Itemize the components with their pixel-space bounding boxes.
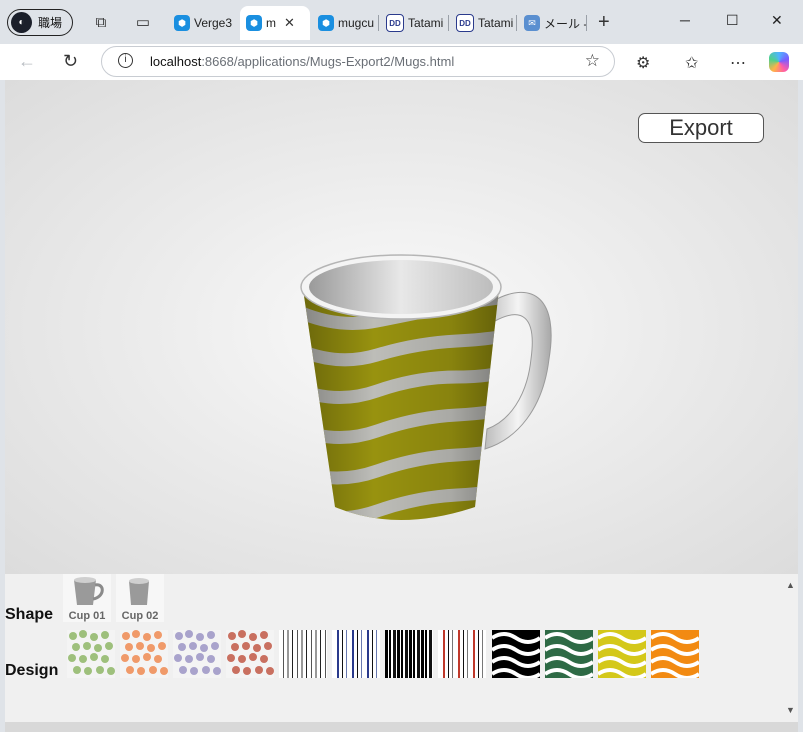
design-red-dots[interactable] (226, 630, 274, 678)
refresh-icon[interactable]: ↻ (63, 51, 78, 72)
tab-tatami-1[interactable]: DD Tatami (380, 6, 448, 40)
tab-tatami-2[interactable]: DD Tatami (450, 6, 516, 40)
tab-label: Tatami (478, 16, 514, 30)
tab-strip: ◐ 職場 ⧉ ▭ ⬢ Verge3 ⬢ m ✕ ⬢ mugcu DD Tatam… (0, 0, 803, 44)
design-red-stripes[interactable] (438, 630, 486, 678)
design-orange-waves[interactable] (651, 630, 699, 678)
design-purple-dots[interactable] (173, 630, 221, 678)
copilot-icon[interactable] (769, 52, 789, 72)
tab-divider (516, 15, 517, 31)
tab-label: m (266, 16, 276, 30)
address-toolbar: ← ↻ i localhost:8668/applications/Mugs-E… (0, 44, 803, 80)
red-dots-swatch (227, 630, 274, 675)
maximize-icon[interactable]: ☐ (726, 12, 739, 29)
mug-model[interactable] (297, 249, 557, 529)
selector-panel: Shape Cup 01 Cup 02 Design ▲ ▼ (5, 574, 798, 724)
shape-label-text: Cup 02 (121, 610, 159, 622)
design-black-stripes[interactable] (385, 630, 433, 678)
cup-icon (74, 577, 104, 605)
green-dots-swatch (68, 630, 115, 675)
tab-label: Tatami (408, 16, 444, 30)
shape-label-text: Cup 01 (68, 610, 106, 622)
orange-waves-swatch (651, 632, 699, 678)
yellow-waves-swatch (598, 632, 646, 678)
design-gray-stripes[interactable] (279, 630, 327, 678)
tab-actions-icon[interactable]: ▭ (132, 11, 154, 33)
verge3d-icon: ⬢ (246, 15, 262, 31)
vertical-scrollbar[interactable]: ▲ ▼ (783, 574, 798, 724)
extensions-icon[interactable]: ⚙ (636, 53, 650, 73)
url-text[interactable]: localhost:8668/applications/Mugs-Export2… (150, 54, 454, 69)
tab-verge3[interactable]: ⬢ Verge3 (168, 6, 238, 40)
avatar: ◐ (11, 12, 32, 33)
close-icon[interactable]: ✕ (284, 15, 295, 31)
design-yellow-waves[interactable] (598, 630, 646, 678)
address-bar[interactable]: i localhost:8668/applications/Mugs-Expor… (101, 46, 615, 77)
new-tab-icon[interactable]: + (598, 12, 610, 32)
ddverse-icon: DD (386, 14, 404, 32)
profile-button[interactable]: ◐ 職場 (7, 9, 73, 36)
verge3d-icon: ⬢ (174, 15, 190, 31)
tab-mugcu[interactable]: ⬢ mugcu (312, 6, 378, 40)
outlook-icon: ✉ (524, 15, 540, 31)
design-green-waves[interactable] (545, 630, 593, 678)
design-green-dots[interactable] (67, 630, 115, 678)
tab-label: mugcu (338, 16, 375, 30)
purple-dots-swatch (174, 630, 221, 675)
tab-divider (448, 15, 449, 31)
shape-cup-01[interactable]: Cup 01 (63, 574, 111, 622)
url-path: :8668/applications/Mugs-Export2/Mugs.htm… (201, 54, 455, 69)
back-icon[interactable]: ← (18, 51, 36, 72)
black-waves-swatch (492, 632, 540, 678)
orange-dots-swatch (121, 630, 168, 675)
design-label: Design (5, 662, 59, 679)
tab-label: Verge3 (194, 16, 233, 30)
tab-label: メール - (544, 16, 586, 31)
shape-label: Shape (5, 606, 54, 623)
mug-interior (309, 260, 493, 314)
ddverse-icon: DD (456, 14, 474, 32)
tab-mail[interactable]: ✉ メール - (518, 6, 586, 40)
url-host: localhost (150, 54, 202, 69)
workspaces-icon[interactable]: ⧉ (90, 11, 112, 33)
design-black-waves[interactable] (492, 630, 540, 678)
horizontal-scrollbar[interactable] (5, 722, 798, 732)
export-button[interactable]: Export (638, 113, 764, 143)
scroll-down-icon[interactable]: ▼ (786, 705, 795, 715)
minimize-icon[interactable]: ─ (680, 12, 690, 28)
scroll-up-icon[interactable]: ▲ (786, 580, 795, 590)
more-menu-icon[interactable]: ⋯ (730, 53, 746, 73)
design-orange-dots[interactable] (120, 630, 168, 678)
3d-viewport[interactable]: Export (5, 80, 798, 574)
tab-divider (378, 15, 379, 31)
green-waves-swatch (545, 632, 593, 678)
tab-divider (586, 15, 587, 31)
shape-cup-02[interactable]: Cup 02 (116, 574, 164, 622)
tab-active[interactable]: ⬢ m ✕ (240, 6, 310, 40)
verge3d-icon: ⬢ (318, 15, 334, 31)
cup-icon (129, 578, 149, 605)
design-blue-stripes[interactable] (332, 630, 380, 678)
window-close-icon[interactable]: ✕ (771, 12, 783, 29)
profile-label: 職場 (38, 16, 63, 30)
favorite-star-icon[interactable]: ☆ (585, 51, 600, 71)
site-info-icon[interactable]: i (118, 53, 133, 68)
favorites-icon[interactable]: ✩ (685, 53, 698, 73)
